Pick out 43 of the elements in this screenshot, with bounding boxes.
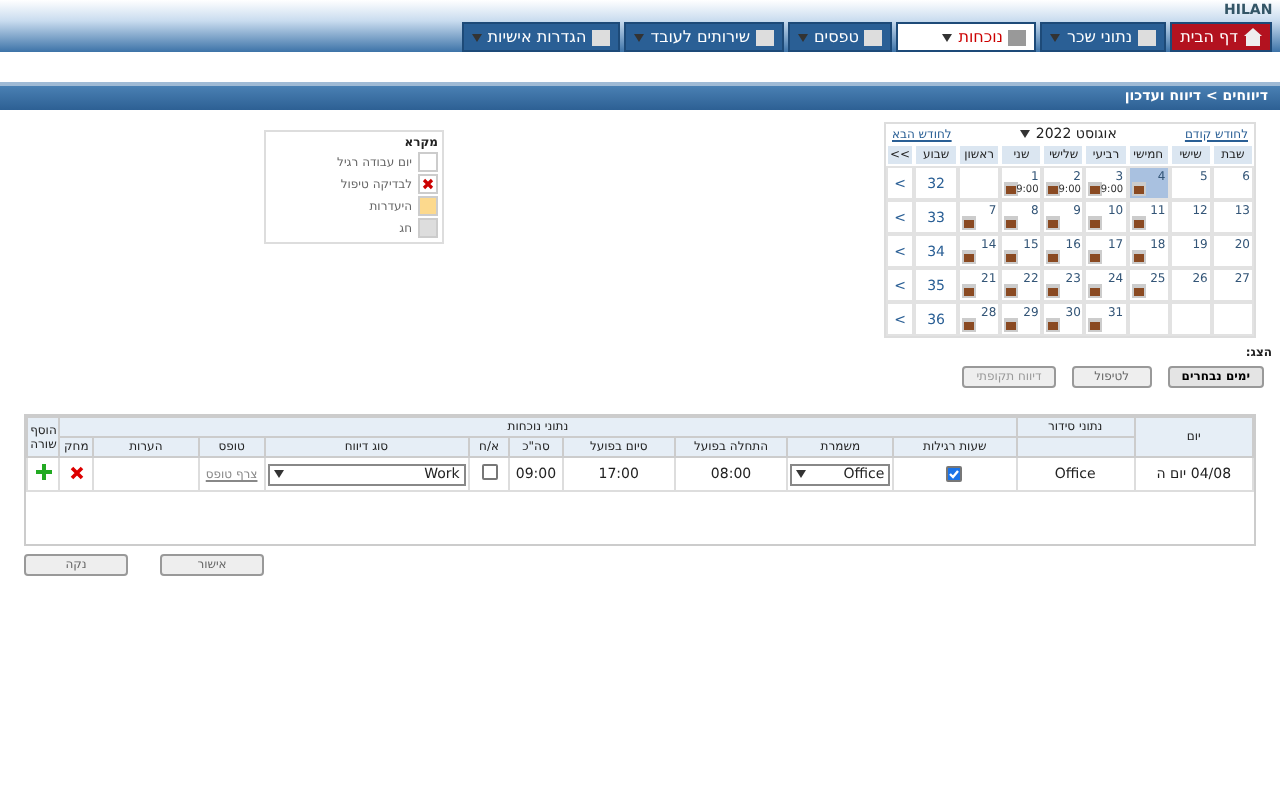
briefcase-icon bbox=[1131, 216, 1146, 230]
briefcase-icon bbox=[1046, 284, 1061, 298]
briefcase-icon bbox=[1004, 318, 1019, 332]
nav-tab[interactable]: נוכחות bbox=[896, 22, 1037, 52]
caret-icon bbox=[273, 470, 284, 478]
briefcase-icon bbox=[1004, 250, 1019, 264]
caret-icon bbox=[797, 33, 808, 41]
briefcase-icon bbox=[962, 284, 977, 298]
nav-tab[interactable]: נתוני שכר bbox=[1040, 22, 1167, 52]
briefcase-icon bbox=[1088, 182, 1103, 196]
briefcase-icon bbox=[1088, 216, 1103, 230]
home-icon bbox=[1244, 28, 1262, 46]
delete-icon[interactable] bbox=[69, 465, 84, 479]
briefcase-icon bbox=[1004, 216, 1019, 230]
nav-tab[interactable]: הגדרות אישיות bbox=[461, 22, 621, 52]
briefcase-icon bbox=[1046, 216, 1061, 230]
checkbox[interactable] bbox=[946, 465, 963, 481]
briefcase-icon bbox=[962, 216, 977, 230]
add-icon[interactable] bbox=[35, 464, 52, 480]
legend-swatch bbox=[418, 218, 438, 238]
checkbox[interactable] bbox=[481, 464, 497, 480]
briefcase-icon bbox=[1131, 250, 1146, 264]
briefcase-icon bbox=[1004, 284, 1019, 298]
caret-icon bbox=[796, 470, 807, 478]
briefcase-icon bbox=[962, 250, 977, 264]
nav-tab[interactable]: דף הבית bbox=[1170, 22, 1272, 52]
briefcase-icon bbox=[1088, 318, 1103, 332]
caret-icon bbox=[634, 33, 645, 41]
briefcase-icon bbox=[1088, 284, 1103, 298]
briefcase-icon bbox=[1131, 284, 1146, 298]
briefcase-icon bbox=[1046, 250, 1061, 264]
briefcase-icon bbox=[1004, 182, 1019, 196]
caret-icon bbox=[1019, 130, 1030, 138]
caret-icon bbox=[942, 33, 953, 41]
nav-tab[interactable]: שירותים לעובד bbox=[624, 22, 784, 52]
briefcase-icon bbox=[1046, 318, 1061, 332]
briefcase-icon bbox=[1088, 250, 1103, 264]
nav-tab[interactable]: טפסים bbox=[787, 22, 893, 52]
briefcase-icon bbox=[1046, 182, 1061, 196]
caret-icon bbox=[1050, 33, 1061, 41]
caret-icon bbox=[471, 33, 482, 41]
briefcase-icon bbox=[1131, 182, 1146, 196]
briefcase-icon bbox=[962, 318, 977, 332]
